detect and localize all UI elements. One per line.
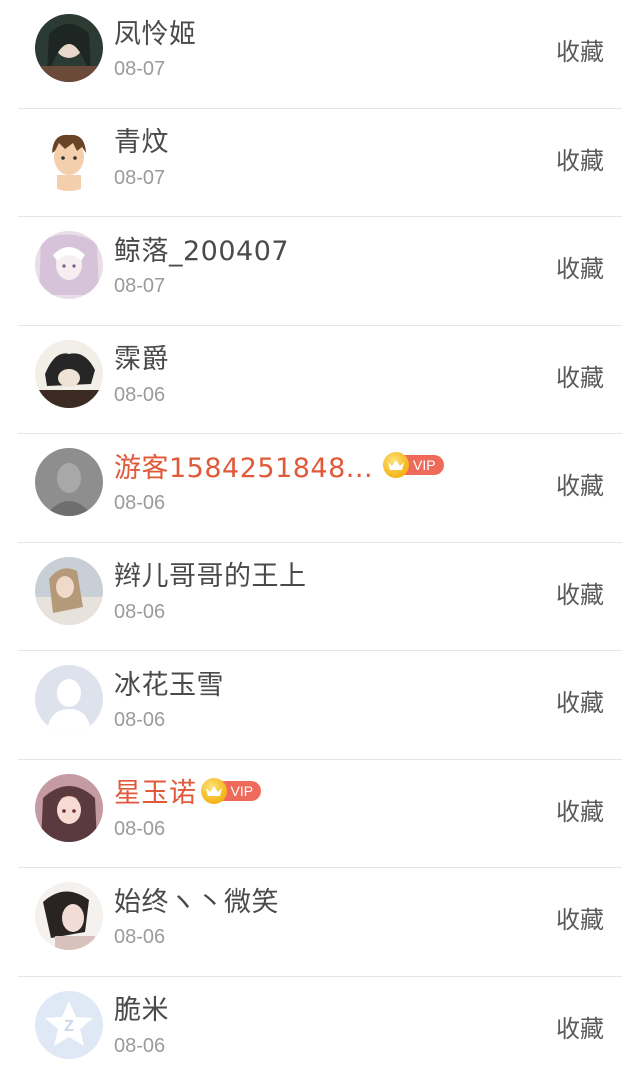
crown-icon <box>383 452 410 478</box>
list-item[interactable]: 始终ヽ丶微笑 08-06 收藏 <box>0 868 640 977</box>
date-label: 08-06 <box>114 709 166 731</box>
date-label: 08-06 <box>114 600 166 623</box>
list-item[interactable]: 青炆 08-07 收藏 <box>0 109 640 217</box>
user-name: 始终ヽ丶微笑 <box>114 886 279 918</box>
user-name: 凤怜姬 <box>114 18 197 50</box>
user-name: 冰花玉雪 <box>114 669 224 701</box>
user-name: 脆米 <box>114 995 169 1026</box>
list-item[interactable]: 凤怜姬 08-07 收藏 <box>0 0 640 109</box>
user-name: 鲸落_200407 <box>114 235 290 267</box>
date-label: 08-07 <box>114 275 166 297</box>
collect-button[interactable]: 收藏 <box>556 466 604 501</box>
user-name: 青炆 <box>114 127 169 158</box>
avatar[interactable] <box>35 665 103 733</box>
collect-button[interactable]: 收藏 <box>556 792 604 827</box>
date-label: 08-06 <box>114 383 166 406</box>
collect-button[interactable]: 收藏 <box>556 249 604 284</box>
collect-button[interactable]: 收藏 <box>556 358 604 393</box>
date-label: 08-06 <box>114 492 166 514</box>
date-label: 08-06 <box>114 926 166 948</box>
vip-label: VIP <box>220 780 262 801</box>
collect-button[interactable]: 收藏 <box>556 900 604 935</box>
crown-icon <box>200 777 227 804</box>
avatar[interactable] <box>35 448 103 516</box>
user-list: 凤怜姬 08-07 收藏 青炆 08-07 收藏 鲸落_200407 08-07… <box>0 0 640 1084</box>
user-name: 辫儿哥哥的王上 <box>114 561 307 592</box>
vip-badge: VIP <box>383 452 444 478</box>
date-label: 08-06 <box>114 817 166 840</box>
collect-button[interactable]: 收藏 <box>556 1009 604 1044</box>
user-name: 星玉诺 <box>114 778 197 809</box>
avatar[interactable] <box>35 339 103 408</box>
collect-button[interactable]: 收藏 <box>556 575 604 610</box>
collect-button[interactable]: 收藏 <box>556 141 604 176</box>
list-item[interactable]: 霂爵 08-06 收藏 <box>0 326 640 434</box>
avatar[interactable] <box>35 122 103 191</box>
date-label: 08-07 <box>114 166 166 189</box>
list-item[interactable]: 游客1584251848... VIP 08-06 收藏 <box>0 434 640 543</box>
avatar[interactable] <box>35 556 103 625</box>
date-label: 08-07 <box>114 58 166 80</box>
avatar[interactable]: Z <box>35 990 103 1059</box>
list-item[interactable]: Z 脆米 08-06 收藏 <box>0 977 640 1084</box>
list-item[interactable]: 鲸落_200407 08-07 收藏 <box>0 217 640 326</box>
avatar[interactable] <box>35 773 103 842</box>
svg-text:Z: Z <box>64 1018 74 1035</box>
avatar[interactable] <box>35 882 103 950</box>
collect-button[interactable]: 收藏 <box>556 683 604 718</box>
user-name: 游客1584251848... <box>114 452 374 484</box>
vip-label: VIP <box>403 455 444 475</box>
user-name: 霂爵 <box>114 344 169 375</box>
list-item[interactable]: 冰花玉雪 08-06 收藏 <box>0 651 640 760</box>
list-item[interactable]: 星玉诺 VIP 08-06 收藏 <box>0 760 640 868</box>
vip-badge: VIP <box>200 777 262 804</box>
collect-button[interactable]: 收藏 <box>556 32 604 67</box>
avatar[interactable] <box>35 14 103 82</box>
avatar[interactable] <box>35 231 103 299</box>
list-item[interactable]: 辫儿哥哥的王上 08-06 收藏 <box>0 543 640 651</box>
date-label: 08-06 <box>114 1034 166 1057</box>
